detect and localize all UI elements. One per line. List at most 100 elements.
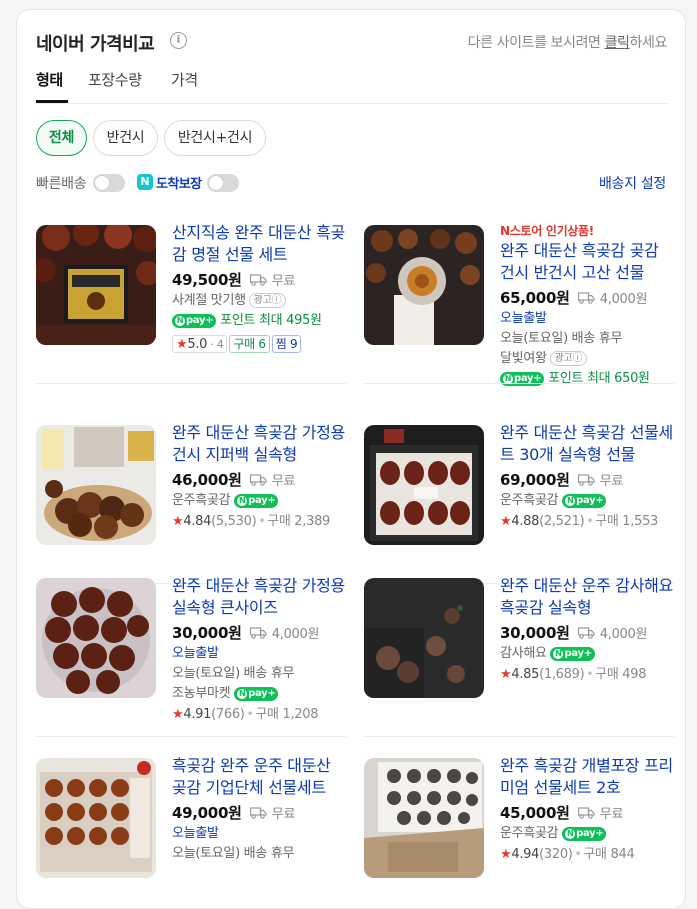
review-count[interactable]: (2,521): [539, 514, 585, 529]
product-name[interactable]: 흑곶감 완주 운주 대둔산 곶감 기업단체 선물세트: [172, 755, 346, 799]
rating-value: 4.84: [183, 514, 212, 529]
store-name[interactable]: 조농부마켓: [172, 686, 231, 701]
tab-price[interactable]: 가격: [171, 69, 198, 90]
product-name[interactable]: 완주 대둔산 흑곶감 선물세트 30개 실속형 선물: [500, 422, 674, 466]
purchase-tag: 구매 6: [229, 334, 270, 353]
store-name[interactable]: 달빛여왕: [500, 351, 547, 366]
truck-icon: [577, 474, 595, 486]
store-name[interactable]: 운주흑곶감: [500, 826, 559, 841]
star-icon: ★: [500, 847, 512, 862]
product-card[interactable]: 완주 대둔산 흑곶감 선물세트 30개 실속형 선물 69,000원 무료 운주…: [364, 422, 674, 584]
page-title: 네이버 가격비교: [36, 34, 155, 55]
product-thumbnail[interactable]: [36, 578, 156, 698]
store-row: 운주흑곶감 Npay+: [500, 824, 674, 844]
npay-label: pay: [248, 495, 268, 506]
price-row: 46,000원 무료: [172, 469, 346, 491]
product-card[interactable]: 완주 대둔산 흑곶감 가정용 건시 지퍼백 실속형 46,000원 무료 운주흑…: [36, 422, 346, 584]
product-info: 흑곶감 완주 운주 대둔산 곶감 기업단체 선물세트 49,000원 무료 오늘…: [172, 755, 346, 864]
other-site-suffix: 하세요: [629, 35, 668, 51]
rating-value: 5.0: [187, 336, 208, 352]
product-name[interactable]: 완주 대둔산 흑곶감 가정용 실속형 큰사이즈: [172, 575, 346, 619]
store-name[interactable]: 운주흑곶감: [172, 493, 231, 508]
info-icon[interactable]: i: [170, 32, 187, 49]
tab-pack-quantity[interactable]: 포장수량: [88, 69, 142, 90]
product-name[interactable]: 완주 대둔산 흑곶감 가정용 건시 지퍼백 실속형: [172, 422, 346, 466]
shipping-fee: 무료: [271, 474, 296, 489]
product-card[interactable]: 완주 대둔산 흑곶감 가정용 실속형 큰사이즈 30,000원 4,000원 오…: [36, 576, 346, 737]
wish-tag: 찜 9: [271, 334, 302, 353]
truck-icon: [577, 807, 595, 819]
product-price: 49,000원: [172, 804, 242, 822]
product-info: 완주 대둔산 흑곶감 가정용 실속형 큰사이즈 30,000원 4,000원 오…: [172, 575, 346, 724]
point-text: 포인트 최대 650원: [548, 371, 650, 386]
product-name[interactable]: 완주 대둔산 흑곶감 곶감 건시 반건시 고산 선물: [500, 240, 674, 284]
npay-n-icon: N: [553, 649, 564, 659]
popular-badge: N스토어 인기상품!: [500, 224, 594, 238]
product-info: 완주 대둔산 운주 감사해요 흑곶감 실속형 30,000원 4,000원 감사…: [500, 575, 674, 684]
store-name[interactable]: 운주흑곶감: [500, 493, 559, 508]
other-site-link[interactable]: 클릭: [605, 35, 630, 51]
review-count[interactable]: (766): [211, 707, 245, 722]
truck-icon: [249, 474, 267, 486]
ad-badge[interactable]: 광고ⓘ: [248, 293, 287, 308]
npay-label: pay: [248, 688, 268, 699]
product-thumbnail[interactable]: [364, 578, 484, 698]
shipping-address-setting-link[interactable]: 배송지 설정: [599, 173, 666, 193]
product-info: 완주 대둔산 흑곶감 가정용 건시 지퍼백 실속형 46,000원 무료 운주흑…: [172, 422, 346, 531]
product-thumbnail[interactable]: [36, 225, 156, 345]
product-name[interactable]: 산지직송 완주 대둔산 흑곶감 명절 선물 세트: [172, 222, 346, 266]
store-row: 감사해요 Npay+: [500, 644, 674, 664]
npay-n-icon: N: [565, 829, 576, 839]
store-name[interactable]: 감사해요: [500, 646, 547, 661]
chip-semi-dried-dried[interactable]: 반건시+건시: [164, 120, 266, 156]
purchase-count: 구매 2,389: [267, 514, 331, 529]
npay-label: pay: [564, 648, 584, 659]
price-row: 65,000원 4,000원: [500, 287, 674, 309]
product-card[interactable]: 흑곶감 완주 운주 대둔산 곶감 기업단체 선물세트 49,000원 무료 오늘…: [36, 755, 346, 898]
product-thumbnail[interactable]: [364, 225, 484, 345]
review-count[interactable]: (320): [539, 847, 573, 862]
truck-icon: [577, 627, 595, 639]
product-info: N스토어 인기상품! 완주 대둔산 흑곶감 곶감 건시 반건시 고산 선물 65…: [500, 222, 674, 389]
store-name[interactable]: 사계절 맛기행: [172, 293, 246, 308]
product-thumbnail[interactable]: [364, 425, 484, 545]
npay-n-icon: N: [175, 316, 185, 326]
rating-row: ★4.91(766) • 구매 1,208: [172, 707, 319, 722]
product-price: 30,000원: [500, 624, 570, 642]
star-icon: ★: [500, 667, 512, 682]
arrival-guarantee-toggle[interactable]: [207, 174, 239, 192]
price-row: 49,000원 무료: [172, 802, 346, 824]
product-card[interactable]: 완주 대둔산 운주 감사해요 흑곶감 실속형 30,000원 4,000원 감사…: [364, 575, 674, 737]
product-price: 69,000원: [500, 471, 570, 489]
product-info: 완주 대둔산 흑곶감 선물세트 30개 실속형 선물 69,000원 무료 운주…: [500, 422, 674, 531]
product-thumbnail[interactable]: [36, 425, 156, 545]
review-count[interactable]: (5,530): [211, 514, 257, 529]
product-thumbnail[interactable]: [364, 758, 484, 878]
review-count[interactable]: (1,689): [539, 667, 585, 682]
tab-shape[interactable]: 형태: [36, 69, 63, 90]
price-row: 30,000원 4,000원: [500, 622, 674, 644]
product-image: [36, 578, 156, 698]
product-price: 46,000원: [172, 471, 242, 489]
chip-semi-dried[interactable]: 반건시: [93, 120, 158, 156]
product-card[interactable]: 산지직송 완주 대둔산 흑곶감 명절 선물 세트 49,500원 무료 사계절 …: [36, 222, 346, 384]
ad-badge[interactable]: 광고ⓘ: [549, 351, 588, 366]
product-price: 49,500원: [172, 271, 242, 289]
product-image: [36, 758, 156, 878]
product-card[interactable]: 완주 흑곶감 개별포장 프리미엄 선물세트 2호 45,000원 무료 운주흑곶…: [364, 755, 674, 898]
product-name[interactable]: 완주 대둔산 운주 감사해요 흑곶감 실속형: [500, 575, 674, 619]
product-card[interactable]: N스토어 인기상품! 완주 대둔산 흑곶감 곶감 건시 반건시 고산 선물 65…: [364, 224, 674, 386]
fast-delivery-toggle[interactable]: [93, 174, 125, 192]
chip-all[interactable]: 전체: [36, 120, 87, 156]
npay-badge: Npay+: [500, 372, 545, 386]
arrival-n-icon: N: [137, 174, 153, 190]
delivery-closed-notice: 오늘(토요일) 배송 휴무: [172, 846, 295, 861]
fast-delivery-label: 빠른배송: [36, 176, 87, 192]
rating-row: ★4.94(320) • 구매 844: [500, 847, 635, 862]
delivery-closed-notice: 오늘(토요일) 배송 휴무: [500, 331, 623, 346]
product-image: [36, 225, 156, 345]
product-thumbnail[interactable]: [36, 758, 156, 878]
rating-row: ★4.84(5,530) • 구매 2,389: [172, 514, 331, 529]
npay-n-icon: N: [565, 496, 576, 506]
product-name[interactable]: 완주 흑곶감 개별포장 프리미엄 선물세트 2호: [500, 755, 674, 799]
